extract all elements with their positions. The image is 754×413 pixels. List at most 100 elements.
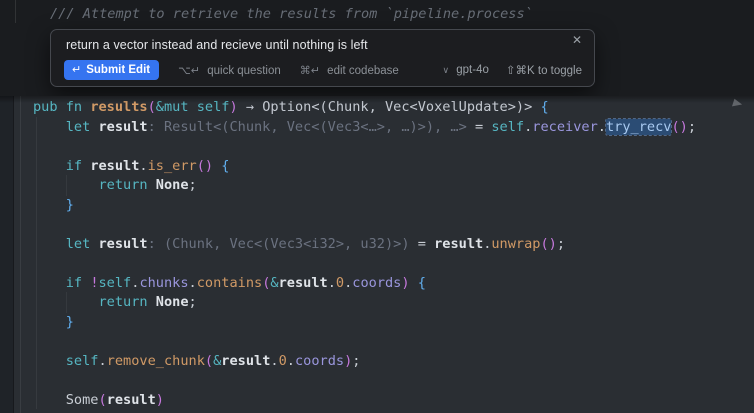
code-token: . bbox=[139, 157, 148, 174]
code-token: : (Chunk, Vec<(Vec3<i32>, u32)>) bbox=[147, 235, 410, 252]
popup-action-row: ↵ Submit Edit ⌥↵ quick question ⌘↵ edit … bbox=[64, 60, 582, 80]
code-line: return None; bbox=[0, 176, 754, 196]
code-token: 0 bbox=[278, 352, 287, 369]
code-token: . bbox=[286, 352, 295, 369]
edit-codebase-label: edit codebase bbox=[327, 64, 399, 77]
code-token: ) bbox=[155, 391, 164, 408]
option-enter-icon: ⌥↵ bbox=[178, 64, 201, 77]
code-token: ( bbox=[204, 352, 214, 369]
command-enter-icon: ⌘↵ bbox=[299, 64, 320, 77]
editor-screen: /// Attempt to retrieve the results from… bbox=[0, 0, 754, 413]
code-token: return bbox=[98, 177, 156, 193]
code-line: self.remove_chunk(&result.0.coords); bbox=[0, 352, 754, 372]
code-token: () bbox=[540, 235, 557, 252]
code-token: () bbox=[196, 157, 214, 174]
code-token: () bbox=[671, 118, 688, 135]
code-token: . bbox=[597, 118, 606, 135]
code-token: fn bbox=[65, 99, 91, 115]
code-token: coords bbox=[352, 274, 402, 291]
code-line: pub fn results(&mut self) → Option<(Chun… bbox=[0, 98, 754, 118]
code-token: ! bbox=[90, 274, 99, 291]
code-token: result bbox=[98, 118, 148, 135]
close-icon[interactable]: ✕ bbox=[569, 32, 585, 48]
code-token: ) bbox=[229, 99, 238, 115]
code-token: remove_chunk bbox=[106, 352, 205, 369]
code-line: } bbox=[0, 313, 754, 333]
edit-codebase-button[interactable]: ⌘↵ edit codebase bbox=[300, 64, 399, 77]
code-line: return None; bbox=[0, 293, 754, 313]
code-token: contains bbox=[196, 274, 263, 291]
code-token: Some bbox=[65, 391, 99, 408]
code-token: & bbox=[270, 274, 279, 291]
code-token: { bbox=[221, 157, 230, 174]
code-lines-container: pub fn results(&mut self) → Option<(Chun… bbox=[0, 98, 754, 410]
code-token: } bbox=[65, 196, 74, 213]
code-line: } bbox=[0, 196, 754, 216]
code-token: . bbox=[98, 352, 107, 369]
code-token: ( bbox=[147, 99, 156, 115]
code-token: result bbox=[434, 235, 484, 252]
quick-question-label: quick question bbox=[207, 64, 281, 77]
code-token: result bbox=[90, 157, 140, 174]
code-token: } bbox=[65, 313, 74, 330]
code-token: chunks bbox=[139, 274, 189, 291]
enter-key-icon: ↵ bbox=[72, 64, 82, 76]
quick-question-button[interactable]: ⌥↵ quick question bbox=[178, 64, 281, 77]
code-line: let result: Result<(Chunk, Vec<(Vec3<…>,… bbox=[0, 117, 754, 138]
code-token: Option<(Chunk, Vec<VoxelUpdate>)> bbox=[262, 99, 541, 115]
code-token: results bbox=[90, 99, 148, 115]
code-token: result bbox=[106, 391, 156, 408]
code-line: Some(result) bbox=[0, 391, 754, 411]
code-token: pub bbox=[33, 99, 66, 115]
model-name: gpt-4o bbox=[456, 64, 489, 76]
code-token: ; bbox=[556, 235, 566, 252]
code-token: result bbox=[221, 352, 271, 369]
code-token: if bbox=[65, 157, 91, 174]
code-token: : Result<(Chunk, Vec<(Vec3<…>, …)>), …> bbox=[147, 118, 467, 135]
code-token: = bbox=[409, 235, 435, 252]
code-token: ; bbox=[352, 352, 361, 369]
code-token: ) bbox=[401, 274, 410, 291]
code-token: ; bbox=[188, 294, 197, 310]
submit-edit-label: Submit Edit bbox=[86, 63, 151, 76]
code-token: None bbox=[155, 294, 189, 310]
code-token: { bbox=[417, 274, 426, 291]
code-token: 0 bbox=[335, 274, 345, 291]
prompt-input[interactable]: return a vector instead and recieve unti… bbox=[66, 38, 564, 52]
code-token: result bbox=[278, 274, 328, 291]
code-token: if bbox=[65, 274, 91, 291]
code-editor-area[interactable]: pub fn results(&mut self) → Option<(Chun… bbox=[0, 96, 754, 413]
code-token: self bbox=[491, 118, 525, 135]
code-token: &mut self bbox=[155, 99, 230, 115]
code-token: self bbox=[65, 352, 99, 369]
toggle-shortcut-hint: ⇧⌘K to toggle bbox=[505, 65, 582, 77]
code-line: let result : (Chunk, Vec<(Vec3<i32>, u32)… bbox=[0, 235, 754, 255]
code-token: = bbox=[466, 118, 492, 135]
code-token: None bbox=[155, 177, 189, 193]
code-line: if !self.chunks.contains(&result.0.coord… bbox=[0, 274, 754, 294]
code-token: { bbox=[540, 99, 549, 115]
model-selector[interactable]: ∨ gpt-4o bbox=[442, 64, 488, 76]
code-token: let bbox=[65, 235, 99, 252]
submit-edit-button[interactable]: ↵ Submit Edit bbox=[64, 60, 160, 80]
code-line: if result.is_err() { bbox=[0, 157, 754, 177]
code-token: let bbox=[65, 118, 99, 135]
code-token: ; bbox=[188, 177, 197, 193]
code-token: → bbox=[245, 99, 255, 115]
code-token: . bbox=[327, 274, 336, 291]
code-token: is_err bbox=[147, 157, 197, 174]
